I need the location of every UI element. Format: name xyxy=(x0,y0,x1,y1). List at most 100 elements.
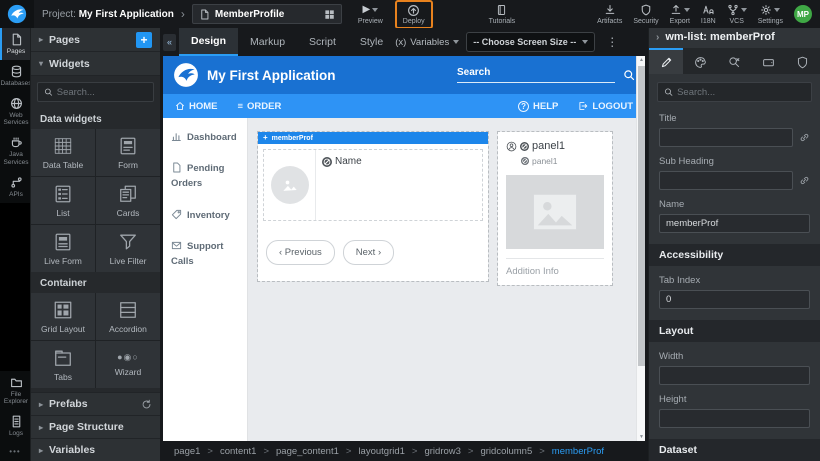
panel-header[interactable]: panel1 xyxy=(506,140,604,152)
page-selector[interactable]: MemberProfile xyxy=(192,4,342,24)
list-item-template[interactable]: Name xyxy=(263,149,483,221)
breadcrumb-item[interactable]: page_content1 xyxy=(256,446,338,457)
list-widget-memberprof[interactable]: + memberProf xyxy=(258,132,488,281)
tab-styles[interactable] xyxy=(683,48,717,74)
screen-size-select[interactable]: -- Choose Screen Size -- xyxy=(466,32,595,52)
preview-button[interactable]: ▶ Preview xyxy=(358,4,383,25)
user-avatar[interactable]: MP xyxy=(794,5,812,23)
widget-tile-wizard[interactable]: ●◉○ Wizard xyxy=(96,341,160,388)
rail-item-file-explorer[interactable]: File Explorer xyxy=(0,371,30,411)
subheading-input[interactable] xyxy=(659,171,793,190)
widget-tile-form[interactable]: Form xyxy=(96,129,160,176)
widgets-section-header[interactable]: ▾ Widgets xyxy=(31,52,160,76)
add-page-button[interactable]: + xyxy=(136,32,152,48)
tab-style[interactable]: Style xyxy=(348,28,395,56)
more-options-button[interactable]: ⋮ xyxy=(606,35,618,49)
previous-button[interactable]: ‹ Previous xyxy=(266,240,335,265)
rail-overflow-dots[interactable]: ••• xyxy=(0,442,30,461)
image-placeholder[interactable] xyxy=(271,166,309,204)
prefabs-section-header[interactable]: ▸ Prefabs xyxy=(31,392,160,415)
breadcrumb-item-active[interactable]: memberProf xyxy=(532,446,604,457)
grid-icon[interactable] xyxy=(324,9,335,20)
nav-order[interactable]: ≡ ORDER xyxy=(238,101,282,112)
list-item-image-cell[interactable] xyxy=(264,150,316,220)
section-dataset[interactable]: Dataset xyxy=(649,439,820,461)
widget-tile-tabs[interactable]: Tabs xyxy=(31,341,95,388)
variables-section-header[interactable]: ▸ Variables xyxy=(31,438,160,461)
widget-search[interactable] xyxy=(37,82,154,102)
section-accessibility[interactable]: Accessibility xyxy=(649,244,820,266)
sidebar-item-pending-orders[interactable]: Pending Orders xyxy=(171,161,239,191)
tab-markup[interactable]: Markup xyxy=(238,28,297,56)
breadcrumb-item[interactable]: content1 xyxy=(200,446,256,457)
security-button[interactable]: Security xyxy=(633,4,658,25)
collapse-left-panel-button[interactable]: « xyxy=(163,34,176,51)
width-input[interactable] xyxy=(659,366,810,385)
rail-item-pages[interactable]: Pages xyxy=(0,28,30,60)
breadcrumb-item[interactable]: layoutgrid1 xyxy=(339,446,405,457)
pages-section-header[interactable]: ▸ Pages + xyxy=(31,28,160,52)
move-icon[interactable]: + xyxy=(263,134,268,142)
widget-tile-live-form[interactable]: Live Form xyxy=(31,225,95,272)
list-item-name[interactable]: Name xyxy=(316,150,482,220)
widget-tile-list[interactable]: List xyxy=(31,177,95,224)
tab-events[interactable] xyxy=(717,48,751,74)
app-search-input[interactable]: Search xyxy=(457,67,615,83)
page-structure-section-header[interactable]: ▸ Page Structure xyxy=(31,415,160,438)
vcs-button[interactable]: VCS xyxy=(727,4,747,25)
bind-link-icon[interactable] xyxy=(799,132,810,143)
export-button[interactable]: Export xyxy=(670,4,690,25)
canvas-scrollbar[interactable]: ▲ ▼ xyxy=(636,56,645,441)
title-input[interactable] xyxy=(659,128,793,147)
search-icon[interactable] xyxy=(623,69,635,81)
breadcrumb-item[interactable]: gridcolumn5 xyxy=(461,446,532,457)
widget-tile-live-filter[interactable]: Live Filter xyxy=(96,225,160,272)
widget-tile-grid-layout[interactable]: Grid Layout xyxy=(31,293,95,340)
properties-search[interactable] xyxy=(657,82,812,102)
panel-image-placeholder[interactable] xyxy=(506,175,604,249)
panel-subtitle-row[interactable]: panel1 xyxy=(521,156,604,166)
scroll-down-arrow[interactable]: ▼ xyxy=(637,434,645,440)
i18n-button[interactable]: I18N xyxy=(701,4,716,25)
properties-search-input[interactable] xyxy=(677,87,805,98)
nav-help[interactable]: ? HELP xyxy=(518,101,558,112)
section-layout[interactable]: Layout xyxy=(649,320,820,342)
deploy-button[interactable]: Deploy xyxy=(395,0,433,29)
height-input[interactable] xyxy=(659,409,810,428)
variables-dropdown[interactable]: (x) Variables xyxy=(395,37,459,48)
breadcrumb-item[interactable]: gridrow3 xyxy=(405,446,461,457)
settings-button[interactable]: Settings xyxy=(758,4,783,25)
breadcrumb-item[interactable]: page1 xyxy=(174,446,200,457)
wavemaker-logo[interactable] xyxy=(0,0,34,28)
tab-security[interactable] xyxy=(786,48,820,74)
sidebar-item-dashboard[interactable]: Dashboard xyxy=(171,130,239,145)
nav-logout[interactable]: LOGOUT xyxy=(578,101,633,112)
rail-item-databases[interactable]: Databases xyxy=(0,60,30,92)
refresh-icon[interactable] xyxy=(141,399,152,410)
sidebar-item-inventory[interactable]: Inventory xyxy=(171,208,239,223)
tab-script[interactable]: Script xyxy=(297,28,348,56)
widget-tile-accordion[interactable]: Accordion xyxy=(96,293,160,340)
design-canvas[interactable]: My First Application Search HOME ≡ ORDER… xyxy=(163,56,645,441)
sidebar-item-support-calls[interactable]: Support Calls xyxy=(171,239,239,269)
artifacts-button[interactable]: Artifacts xyxy=(597,4,622,25)
widget-tile-cards[interactable]: Cards xyxy=(96,177,160,224)
rail-item-java-services[interactable]: Java Services xyxy=(0,131,30,171)
scrollbar-thumb[interactable] xyxy=(638,66,645,366)
panel-footer[interactable]: Addition Info xyxy=(506,258,604,281)
panel-widget-panel1[interactable]: panel1 panel1 Addition Info xyxy=(498,132,612,285)
tab-device[interactable] xyxy=(752,48,786,74)
rail-item-apis[interactable]: APIs xyxy=(0,171,30,203)
scroll-up-arrow[interactable]: ▲ xyxy=(637,57,645,63)
tabindex-input[interactable] xyxy=(659,290,810,309)
widget-search-input[interactable] xyxy=(57,87,147,98)
bind-link-icon[interactable] xyxy=(799,175,810,186)
rail-item-web-services[interactable]: Web Services xyxy=(0,92,30,132)
list-widget-header[interactable]: + memberProf xyxy=(258,132,488,144)
rail-item-logs[interactable]: Logs xyxy=(0,410,30,442)
next-button[interactable]: Next › xyxy=(343,240,394,265)
chevron-right-icon[interactable]: › xyxy=(656,32,659,43)
name-input[interactable] xyxy=(659,214,810,233)
tab-properties[interactable] xyxy=(649,48,683,74)
nav-home[interactable]: HOME xyxy=(175,101,218,112)
